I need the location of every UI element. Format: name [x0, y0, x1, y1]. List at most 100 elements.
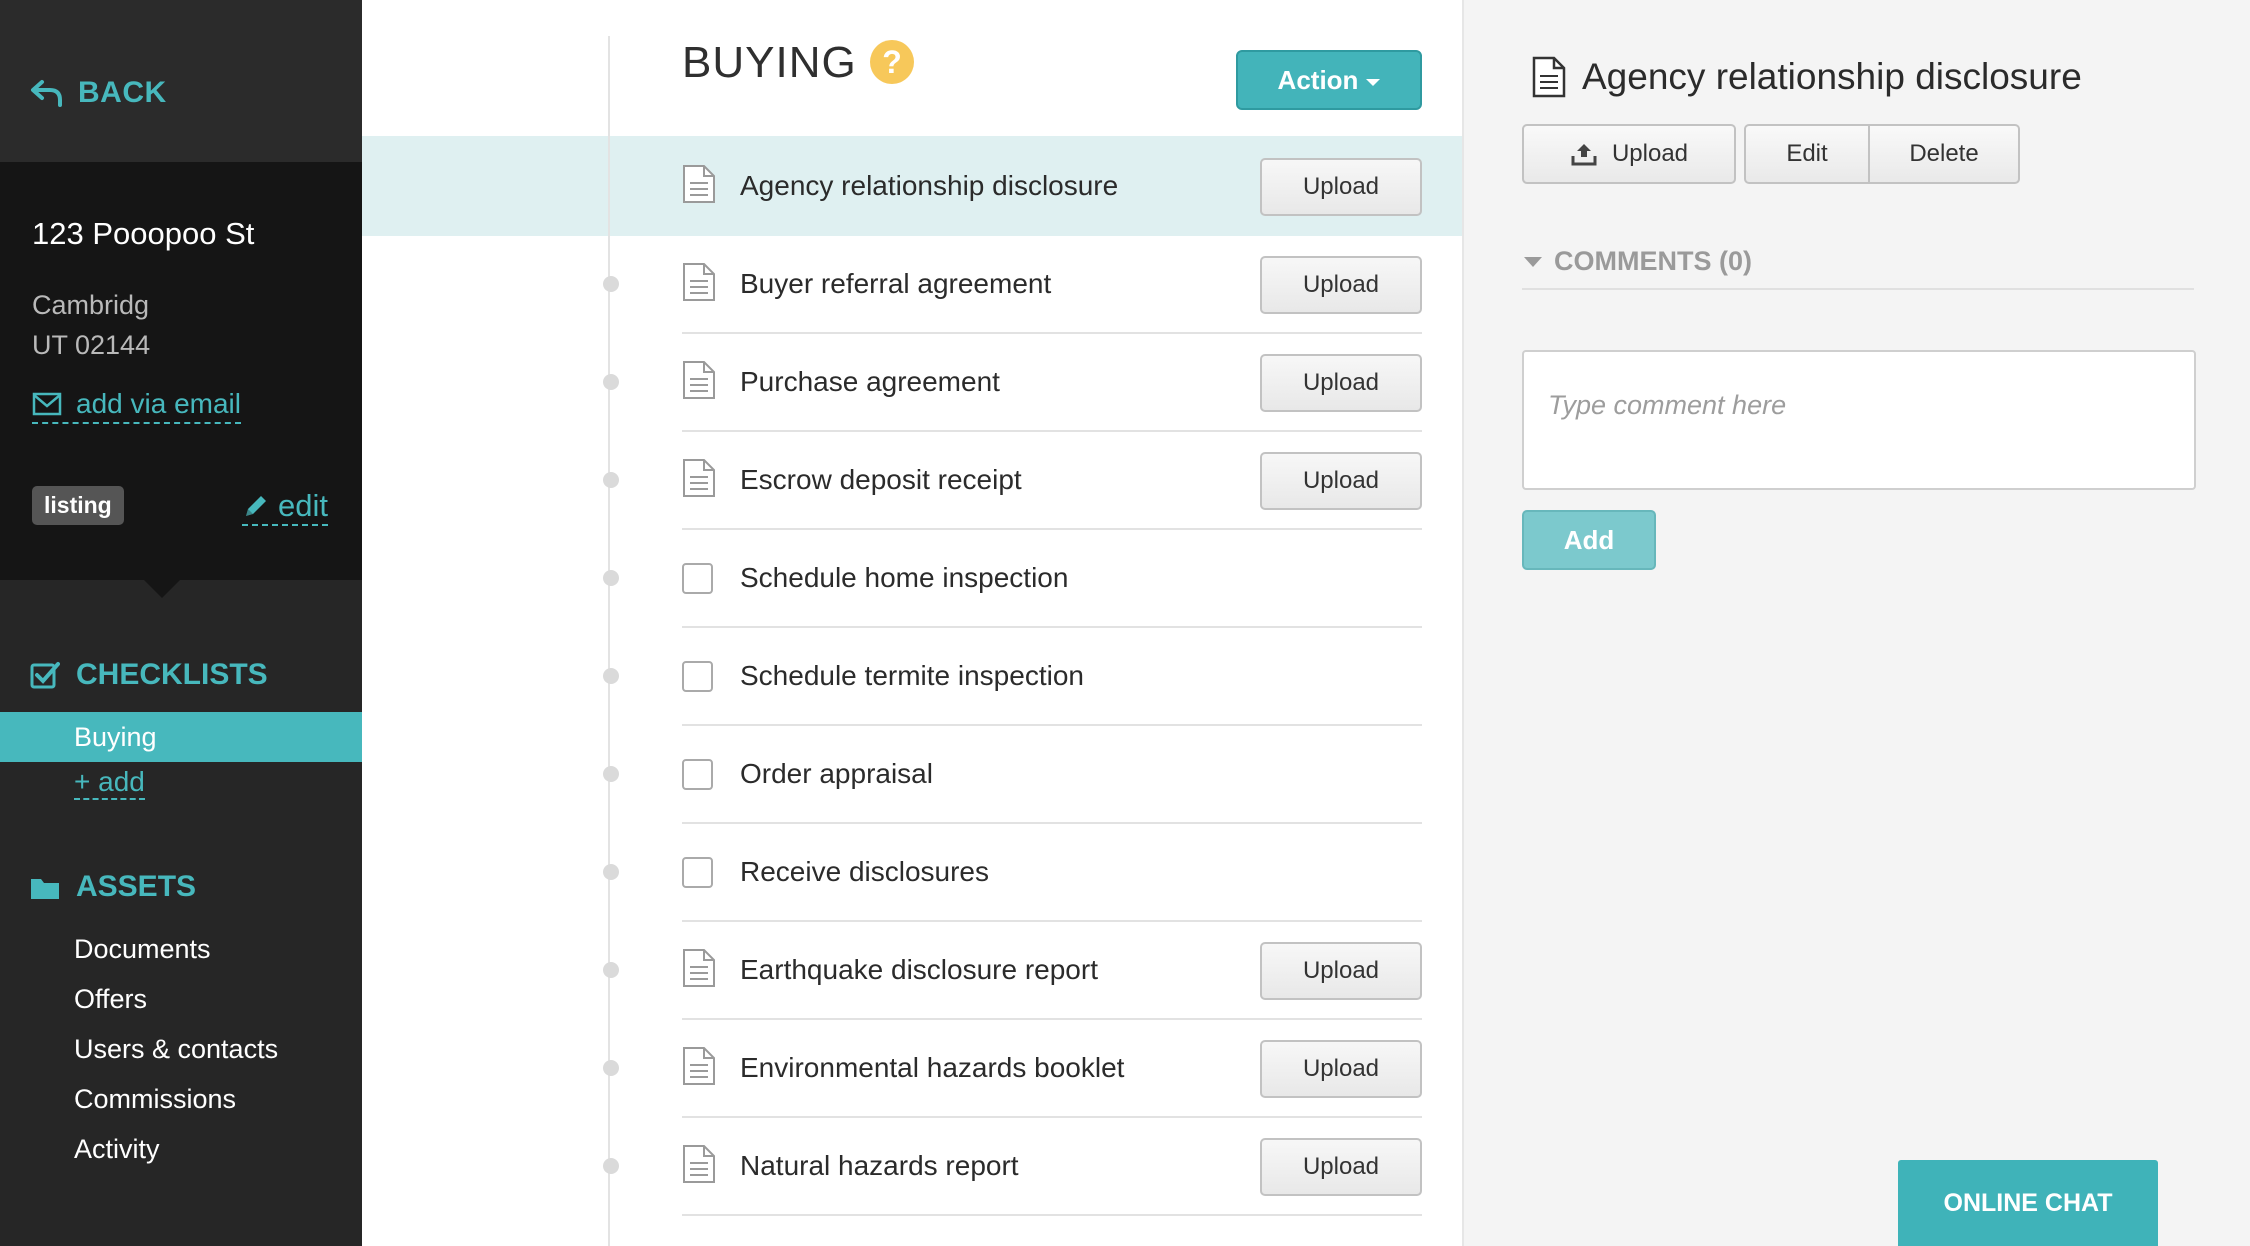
checklist-row[interactable]: Schedule termite inspection — [603, 628, 1422, 726]
envelope-icon — [32, 392, 62, 416]
sidebar-item-commissions[interactable]: Commissions — [74, 1084, 236, 1115]
checklist-row[interactable]: Receive disclosures — [603, 824, 1422, 922]
timeline-dot — [603, 276, 619, 292]
checklist-item-label: Natural hazards report — [740, 1150, 1019, 1181]
edit-property-link[interactable]: edit — [242, 488, 328, 526]
document-icon — [683, 1145, 715, 1183]
document-icon — [683, 263, 715, 301]
back-bar: BACK — [0, 0, 362, 162]
checklist-row[interactable]: Buyer referral agreement Upload — [603, 236, 1422, 334]
checklist-item-label: Purchase agreement — [740, 366, 1000, 397]
sidebar-item-activity[interactable]: Activity — [74, 1134, 160, 1165]
task-checkbox[interactable] — [682, 661, 713, 692]
property-card: 123 Pooopoo St Cambridg UT 02144 add via… — [0, 162, 362, 598]
property-city: Cambridg — [32, 290, 150, 320]
add-via-email-label: add via email — [76, 388, 241, 419]
upload-button[interactable]: Upload — [1260, 1138, 1422, 1196]
property-state-zip: UT 02144 — [32, 330, 151, 360]
edit-label: edit — [278, 488, 328, 523]
detail-upload-label: Upload — [1611, 140, 1689, 167]
checklist-item-label: Environmental hazards booklet — [740, 1052, 1125, 1083]
timeline-dot — [603, 962, 619, 978]
detail-edit-button[interactable]: Edit — [1744, 124, 1870, 184]
caret-down-icon — [1524, 256, 1542, 267]
checklist-title: BUYING — [682, 38, 857, 87]
upload-button[interactable]: Upload — [1260, 354, 1422, 412]
checklist-item-label: Order appraisal — [740, 758, 933, 789]
timeline-dot — [603, 1060, 619, 1076]
row-divider — [682, 1214, 1422, 1216]
listing-badge: listing — [32, 486, 124, 525]
upload-button[interactable]: Upload — [1260, 1040, 1422, 1098]
task-checkbox[interactable] — [682, 563, 713, 594]
assets-heading: ASSETS — [30, 870, 196, 904]
timeline-dot — [603, 864, 619, 880]
back-label: BACK — [78, 76, 167, 109]
document-icon — [683, 1047, 715, 1085]
comments-divider — [1522, 288, 2194, 290]
checklist-row[interactable]: Earthquake disclosure report Upload — [603, 922, 1422, 1020]
action-label: Action — [1277, 64, 1359, 95]
upload-button[interactable]: Upload — [1260, 452, 1422, 510]
document-icon — [1532, 56, 1566, 98]
upload-button[interactable]: Upload — [1260, 942, 1422, 1000]
sidebar-item-documents[interactable]: Documents — [74, 934, 211, 965]
document-icon — [683, 949, 715, 987]
assets-title: ASSETS — [76, 870, 197, 903]
detail-title: Agency relationship disclosure — [1582, 56, 2082, 97]
comments-toggle[interactable]: COMMENTS (0) — [1524, 246, 1752, 277]
checklist-item-label: Escrow deposit receipt — [740, 464, 1022, 495]
task-checkbox[interactable] — [682, 759, 713, 790]
checklist-item-label: Schedule home inspection — [740, 562, 1069, 593]
upload-button[interactable]: Upload — [1260, 256, 1422, 314]
timeline-dot — [603, 570, 619, 586]
checklists-title: CHECKLISTS — [76, 658, 268, 691]
sidebar-item-buying[interactable]: Buying — [0, 712, 362, 762]
comment-input[interactable] — [1522, 350, 2196, 490]
add-via-email-link[interactable]: add via email — [32, 388, 241, 424]
comments-label: COMMENTS (0) — [1554, 246, 1752, 276]
timeline-dot — [603, 472, 619, 488]
upload-icon — [1571, 144, 1597, 166]
timeline-dot — [603, 766, 619, 782]
folder-icon — [31, 879, 59, 899]
property-street: 123 Pooopoo St — [32, 216, 255, 251]
sidebar-item-users-contacts[interactable]: Users & contacts — [74, 1034, 278, 1065]
checklist-row[interactable]: Natural hazards report Upload — [603, 1118, 1422, 1216]
document-icon — [683, 165, 715, 203]
add-comment-button[interactable]: Add — [1522, 510, 1656, 570]
caret-down-icon — [1366, 78, 1381, 86]
task-checkbox[interactable] — [682, 857, 713, 888]
sidebar: BACK 123 Pooopoo St Cambridg UT 02144 ad… — [0, 0, 362, 1246]
checklist-row[interactable]: Schedule home inspection — [603, 530, 1422, 628]
pencil-icon — [246, 496, 266, 516]
checklist-row[interactable]: Purchase agreement Upload — [603, 334, 1422, 432]
checklist-row[interactable]: Agency relationship disclosure Upload — [682, 138, 1422, 236]
document-icon — [683, 459, 715, 497]
detail-upload-button[interactable]: Upload — [1522, 124, 1736, 184]
action-dropdown-button[interactable]: Action — [1236, 50, 1422, 110]
upload-button[interactable]: Upload — [1260, 158, 1422, 216]
timeline-dot — [603, 374, 619, 390]
checklist-row[interactable]: Order appraisal — [603, 726, 1422, 824]
detail-header: Agency relationship disclosure — [1532, 56, 2082, 98]
online-chat-button[interactable]: ONLINE CHAT — [1898, 1160, 2158, 1246]
checklists-heading: CHECKLISTS — [30, 658, 268, 692]
checklist-item-label: Earthquake disclosure report — [740, 954, 1098, 985]
timeline-dot — [603, 1158, 619, 1174]
checklist-item-label: Buyer referral agreement — [740, 268, 1052, 299]
sidebar-item-offers[interactable]: Offers — [74, 984, 147, 1015]
document-icon — [683, 361, 715, 399]
add-checklist-link[interactable]: + add — [74, 766, 145, 800]
back-button[interactable]: BACK — [30, 76, 167, 110]
detail-delete-button[interactable]: Delete — [1868, 124, 2020, 184]
checklist-item-label: Schedule termite inspection — [740, 660, 1084, 691]
question-circle-icon[interactable]: ? — [870, 40, 914, 84]
checklist-item-label: Receive disclosures — [740, 856, 989, 887]
checklist-row[interactable]: Escrow deposit receipt Upload — [603, 432, 1422, 530]
checklist-item-label: Agency relationship disclosure — [740, 170, 1119, 201]
detail-panel: Agency relationship disclosure Upload Ed… — [1462, 0, 2250, 1246]
checkbox-checked-icon — [30, 662, 60, 689]
back-arrow-icon — [31, 80, 62, 107]
checklist-row[interactable]: Environmental hazards booklet Upload — [603, 1020, 1422, 1118]
